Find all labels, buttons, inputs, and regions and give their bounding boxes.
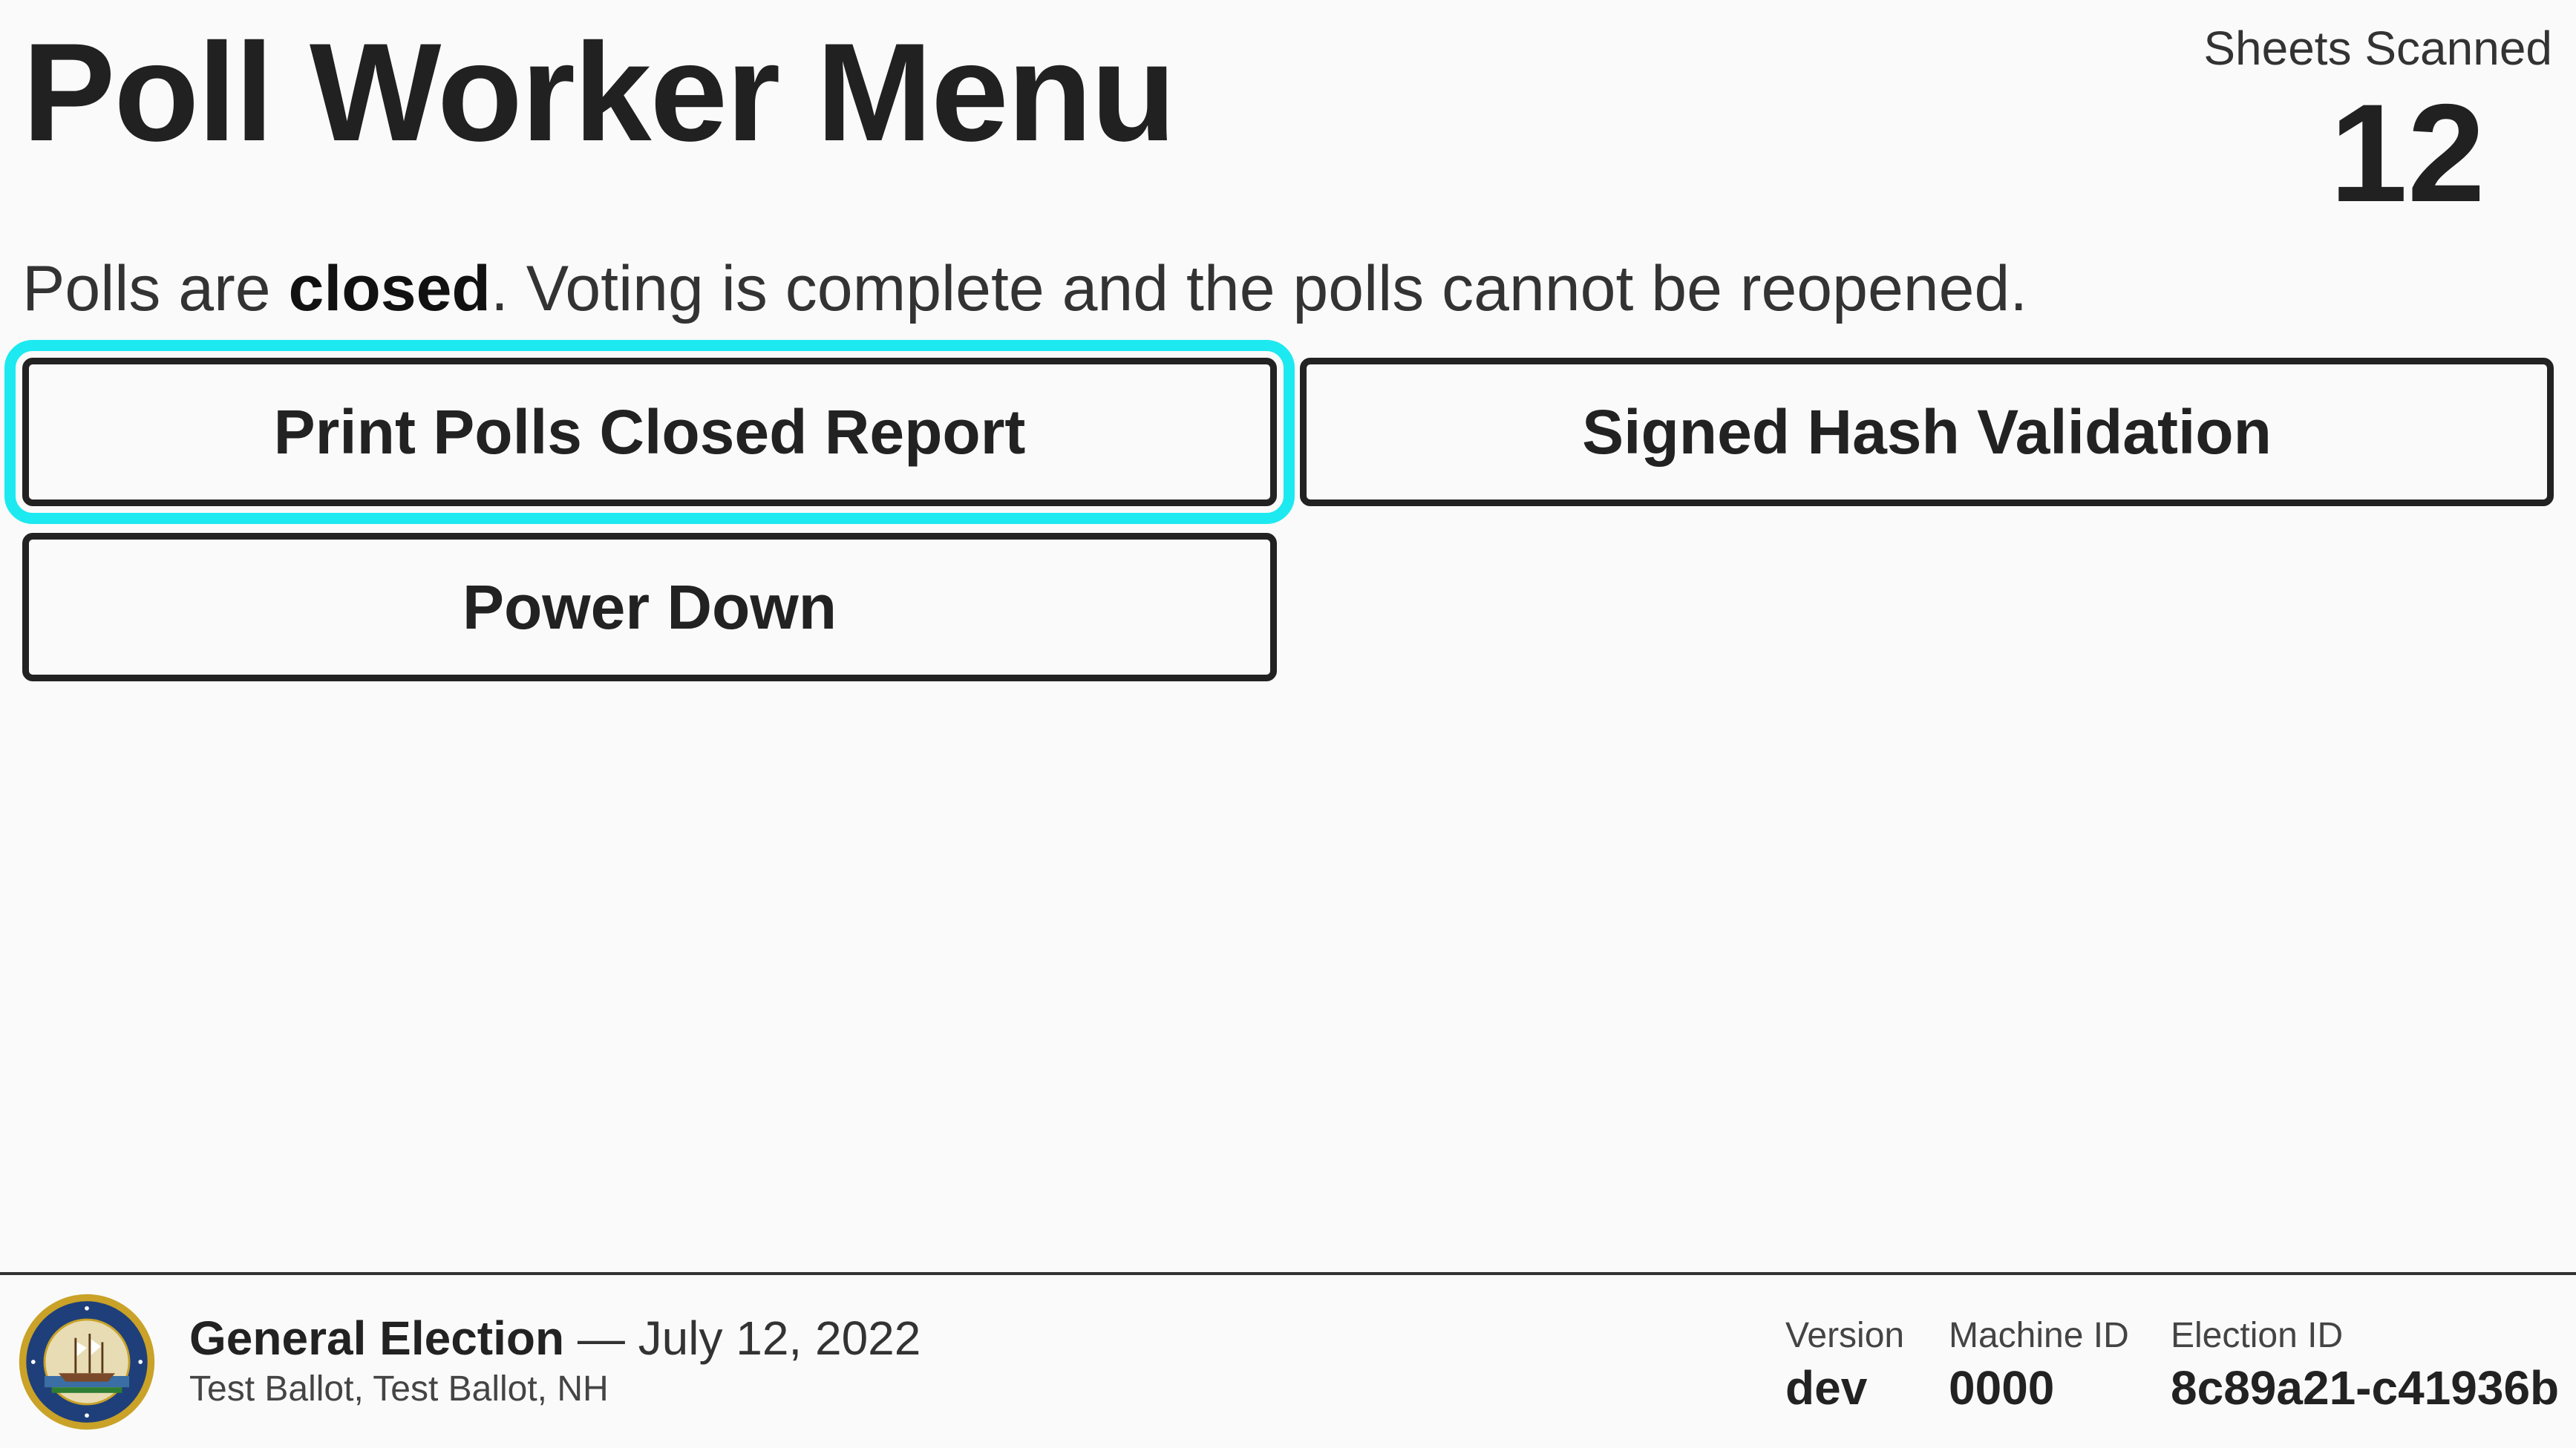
- election-info: General Election — July 12, 2022 Test Ba…: [189, 1312, 921, 1409]
- election-heading: General Election — July 12, 2022: [189, 1312, 921, 1364]
- election-title: General Election: [189, 1311, 565, 1365]
- version-label: Version: [1785, 1316, 1905, 1355]
- polls-status-message: Polls are closed. Voting is complete and…: [22, 252, 2027, 326]
- election-id-label: Election ID: [2171, 1316, 2344, 1355]
- machine-id-label: Machine ID: [1949, 1316, 2129, 1355]
- election-id-value: 8c89a21-c41936b: [2171, 1361, 2560, 1415]
- polls-status-suffix: . Voting is complete and the polls canno…: [490, 253, 2028, 324]
- election-id-block: Election ID 8c89a21-c41936b: [2171, 1315, 2559, 1415]
- election-separator: —: [564, 1311, 638, 1365]
- sheets-scanned-value: 12: [2330, 75, 2485, 231]
- version-block: Version dev: [1785, 1315, 1904, 1415]
- page-title: Poll Worker Menu: [22, 14, 1176, 170]
- power-down-button[interactable]: Power Down: [22, 533, 1277, 681]
- footer-divider: [0, 1272, 2576, 1275]
- election-date: July 12, 2022: [638, 1311, 921, 1365]
- print-polls-closed-report-button[interactable]: Print Polls Closed Report: [4, 340, 1295, 524]
- polls-status-prefix: Polls are: [22, 253, 289, 324]
- state-seal-icon: [19, 1294, 155, 1430]
- sheets-scanned-label: Sheets Scanned: [2203, 22, 2552, 75]
- machine-id-block: Machine ID 0000: [1949, 1315, 2129, 1415]
- signed-hash-validation-button[interactable]: Signed Hash Validation: [1300, 358, 2554, 506]
- machine-id-value: 0000: [1949, 1361, 2055, 1415]
- sheets-scanned-counter: Sheets Scanned 12: [2181, 21, 2552, 223]
- version-value: dev: [1785, 1361, 1868, 1415]
- polls-status-state: closed: [288, 253, 491, 324]
- ballot-info: Test Ballot, Test Ballot, NH: [189, 1369, 609, 1409]
